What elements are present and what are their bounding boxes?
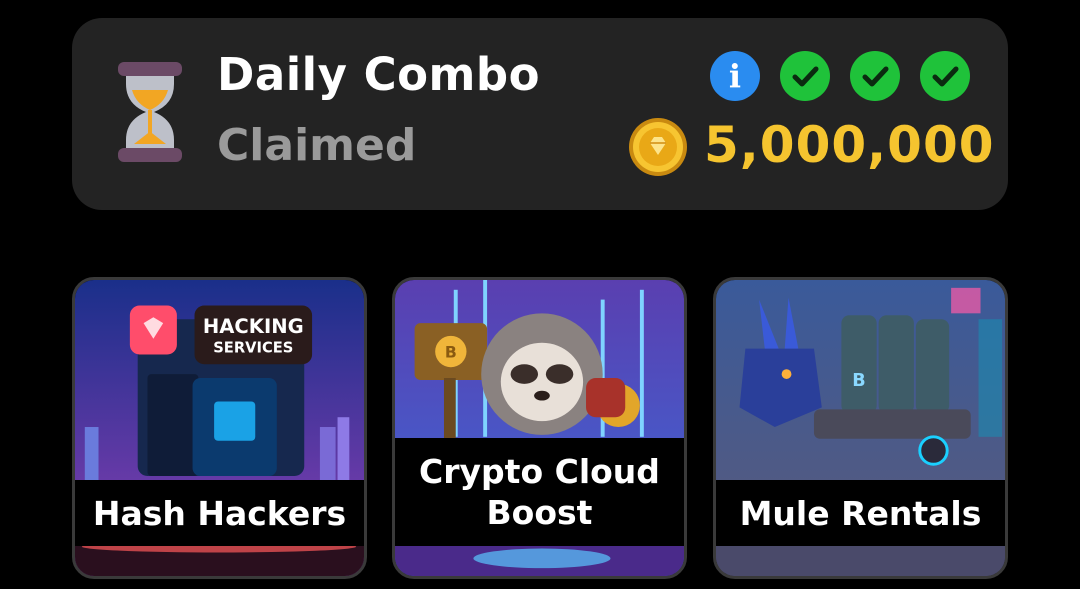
info-icon[interactable]: i [710,51,760,101]
card-label: Hash Hackers [75,480,364,546]
card-label: Mule Rentals [716,480,1005,546]
checkmark-icon [780,51,830,101]
card-crypto-cloud-boost[interactable]: B Crypto Cloud Boost [392,277,687,579]
card-label: Crypto Cloud Boost [395,438,684,546]
hammer-coin-symbol: B [445,342,457,361]
checkmark-icon [920,51,970,101]
coin-icon [629,118,687,176]
daily-combo-panel [72,18,1008,210]
checkmark-icon [850,51,900,101]
daily-combo-title: Daily Combo [217,48,541,101]
hacking-sign-line2: SERVICES [213,340,293,357]
reward-amount: 5,000,000 [704,116,995,174]
info-icon-glyph: i [728,57,742,95]
hacking-sign-line1: HACKING [203,315,304,338]
card-hash-hackers[interactable]: HACKING SERVICES Hash Hackers [72,277,367,579]
barrel-symbol: B [852,371,865,391]
hourglass-icon [118,62,182,162]
card-mule-rentals[interactable]: B Mule Rentals [713,277,1008,579]
daily-combo-status: Claimed [217,120,417,171]
